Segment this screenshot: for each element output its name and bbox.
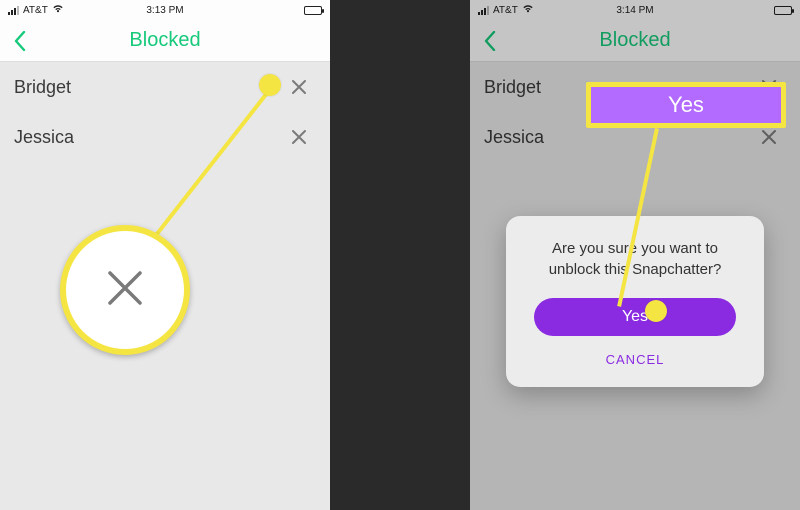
carrier-label: AT&T bbox=[23, 5, 48, 16]
close-icon bbox=[105, 268, 145, 313]
page-title: Blocked bbox=[599, 29, 670, 52]
carrier-label: AT&T bbox=[493, 5, 518, 16]
back-button[interactable] bbox=[0, 20, 40, 62]
blocked-name: Bridget bbox=[14, 77, 286, 98]
unblock-x-button[interactable] bbox=[286, 124, 312, 150]
signal-icon bbox=[8, 6, 19, 15]
phone-screen-right: AT&T 3:14 PM Blocked Bridget Jessica bbox=[470, 0, 800, 510]
status-bar: AT&T 3:14 PM bbox=[470, 0, 800, 20]
annotation-zoom-circle bbox=[60, 225, 190, 355]
nav-bar: Blocked bbox=[0, 20, 330, 62]
confirm-yes-button[interactable]: Yes bbox=[534, 298, 736, 336]
confirm-dialog: Are you sure you want to unblock this Sn… bbox=[506, 216, 764, 387]
nav-bar: Blocked bbox=[470, 20, 800, 62]
annotation-pointer-dot bbox=[645, 300, 667, 322]
blocked-name: Jessica bbox=[14, 127, 286, 148]
battery-icon bbox=[304, 6, 322, 15]
dialog-message: Are you sure you want to unblock this Sn… bbox=[526, 238, 744, 280]
wifi-icon bbox=[522, 4, 534, 16]
battery-icon bbox=[774, 6, 792, 15]
list-item: Jessica bbox=[0, 112, 330, 162]
blocked-list: Bridget Jessica bbox=[0, 62, 330, 162]
blocked-name: Jessica bbox=[484, 127, 756, 148]
page-title: Blocked bbox=[129, 29, 200, 52]
confirm-cancel-button[interactable]: CANCEL bbox=[526, 346, 744, 373]
clock: 3:13 PM bbox=[146, 5, 183, 16]
clock: 3:14 PM bbox=[616, 5, 653, 16]
signal-icon bbox=[478, 6, 489, 15]
phone-screen-left: AT&T 3:13 PM Blocked Bridget Jessica bbox=[0, 0, 330, 510]
annotation-yes-callout: Yes bbox=[586, 82, 786, 128]
back-button[interactable] bbox=[470, 20, 510, 62]
unblock-x-button[interactable] bbox=[286, 74, 312, 100]
annotation-pointer-dot bbox=[259, 74, 281, 96]
wifi-icon bbox=[52, 4, 64, 16]
status-bar: AT&T 3:13 PM bbox=[0, 0, 330, 20]
